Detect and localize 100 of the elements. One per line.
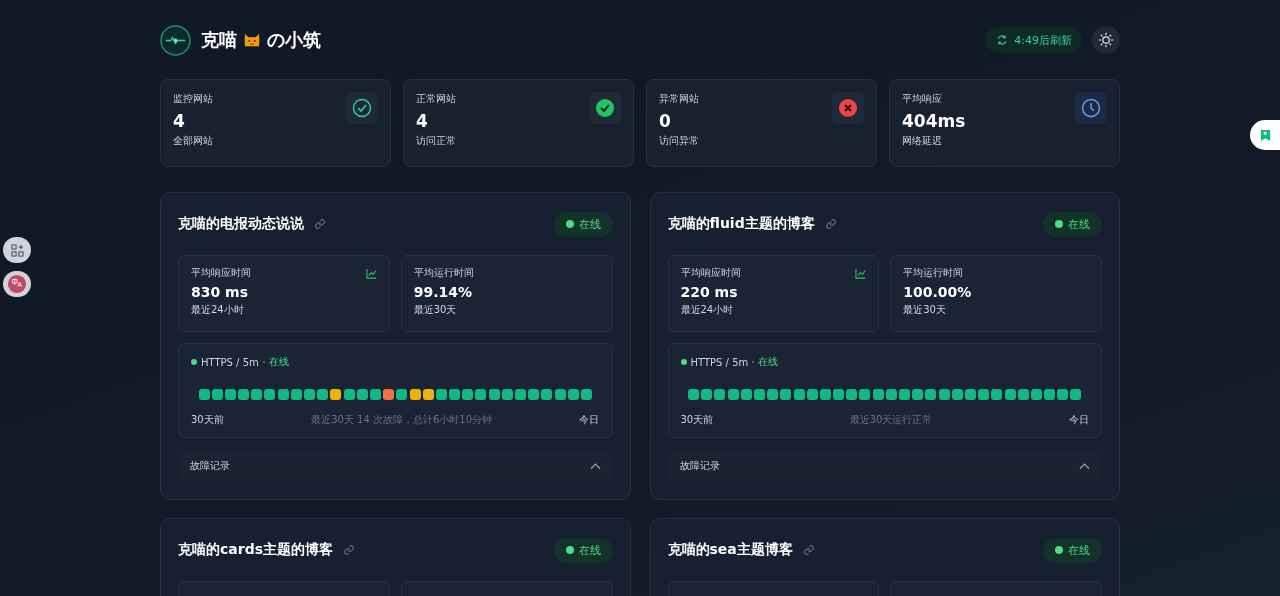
uptime-day-bar[interactable] (343, 389, 355, 400)
uptime-summary: 最近30天 14 次故障，总计6小时10分钟 (311, 413, 493, 427)
uptime-day-bar[interactable] (330, 389, 342, 400)
bookmark-icon (1259, 128, 1271, 142)
uptime-day-bar[interactable] (304, 389, 316, 400)
theme-toggle-button[interactable] (1092, 26, 1120, 54)
uptime-day-bar[interactable] (885, 389, 897, 400)
uptime-day-bar[interactable] (396, 389, 408, 400)
uptime-day-bar[interactable] (290, 389, 302, 400)
uptime-day-bar[interactable] (383, 389, 395, 400)
range-end: 今日 (1069, 413, 1089, 427)
chart-icon[interactable] (365, 267, 377, 279)
uptime-day-bar[interactable] (1017, 389, 1029, 400)
link-icon[interactable] (802, 544, 815, 556)
protocol-label: HTTPS / 5m (690, 356, 749, 368)
uptime-day-bar[interactable] (224, 389, 236, 400)
range-end: 今日 (579, 413, 600, 427)
summary-label: 平均响应 (902, 92, 943, 106)
stat-value: 830 ms (191, 284, 250, 300)
uptime-day-bar[interactable] (528, 389, 540, 400)
uptime-day-bar[interactable] (833, 389, 845, 400)
uptime-day-bar[interactable] (740, 389, 752, 400)
status-dot (680, 359, 687, 365)
uptime-day-bar[interactable] (912, 389, 924, 400)
stat-label: 平均响应时间 (191, 266, 251, 280)
monitor-name: 克喵的sea主题博客 (667, 541, 793, 559)
error-circle-icon (838, 98, 858, 118)
uptime-day-bar[interactable] (688, 389, 700, 400)
uptime-day-bar[interactable] (369, 389, 381, 400)
uptime-day-bar[interactable] (806, 389, 818, 400)
uptime-day-bar[interactable] (899, 389, 911, 400)
uptime-day-bar[interactable] (317, 389, 329, 400)
uptime-day-bar[interactable] (475, 389, 487, 400)
uptime-day-bar[interactable] (964, 389, 976, 400)
chart-icon[interactable] (855, 267, 867, 279)
uptime-day-bar[interactable] (580, 389, 592, 400)
stat-label: 平均运行时间 (903, 266, 964, 280)
uptime-day-bar[interactable] (541, 389, 553, 400)
uptime-day-bar[interactable] (356, 389, 368, 400)
uptime-day-bar[interactable] (251, 389, 263, 400)
uptime-day-bar[interactable] (264, 389, 276, 400)
uptime-day-bar[interactable] (978, 389, 990, 400)
stat-value: 220 ms (680, 284, 739, 300)
monitor-name: 克喵的cards主题的博客 (178, 541, 333, 559)
status-badge: 在线 (1043, 537, 1102, 563)
uptime-day-bar[interactable] (449, 389, 461, 400)
uptime-day-bar[interactable] (567, 389, 579, 400)
uptime-day-bar[interactable] (846, 389, 858, 400)
link-icon[interactable] (314, 218, 326, 230)
uptime-day-bar[interactable] (819, 389, 831, 400)
site-title-suffix: の小筑 (267, 28, 321, 52)
stat-label: 平均响应时间 (680, 266, 741, 280)
uptime-day-bar[interactable] (767, 389, 779, 400)
summary-value: 4 (416, 111, 429, 131)
uptime-day-bar[interactable] (238, 389, 250, 400)
uptime-day-bar[interactable] (277, 389, 289, 400)
uptime-day-bar[interactable] (198, 389, 210, 400)
uptime-day-bar[interactable] (859, 389, 871, 400)
uptime-day-bar[interactable] (1004, 389, 1016, 400)
uptime-day-bar[interactable] (701, 389, 713, 400)
uptime-day-bar[interactable] (1030, 389, 1042, 400)
bookmark-button[interactable] (1250, 120, 1280, 150)
uptime-day-bar[interactable] (753, 389, 765, 400)
check-circle-icon (595, 98, 615, 118)
uptime-day-bar[interactable] (554, 389, 566, 400)
uptime-day-bar[interactable] (515, 389, 527, 400)
uptime-day-bar[interactable] (872, 389, 884, 400)
add-widget-button[interactable] (3, 237, 31, 263)
translate-button[interactable] (3, 271, 31, 297)
uptime-day-bar[interactable] (714, 389, 726, 400)
uptime-day-bar[interactable] (925, 389, 937, 400)
summary-value: 0 (659, 111, 672, 131)
uptime-day-bar[interactable] (793, 389, 805, 400)
link-icon[interactable] (343, 544, 355, 556)
chevron-icon (1079, 462, 1090, 470)
status-dot (191, 359, 197, 365)
link-icon[interactable] (824, 218, 837, 230)
uptime-day-bar[interactable] (938, 389, 950, 400)
uptime-summary: 最近30天运行正常 (849, 413, 933, 427)
uptime-day-bar[interactable] (435, 389, 447, 400)
protocol-status: 在线 (268, 355, 289, 369)
summary-note: 网络延迟 (902, 134, 943, 148)
uptime-day-bar[interactable] (1057, 389, 1069, 400)
protocol-label: HTTPS / 5m (201, 356, 259, 368)
uptime-day-bar[interactable] (727, 389, 739, 400)
uptime-day-bar[interactable] (951, 389, 963, 400)
uptime-day-bar[interactable] (211, 389, 223, 400)
uptime-day-bar[interactable] (991, 389, 1003, 400)
uptime-day-bar[interactable] (462, 389, 474, 400)
uptime-day-bar[interactable] (409, 389, 421, 400)
uptime-day-bar[interactable] (488, 389, 500, 400)
stat-value: 100.00% (903, 284, 973, 300)
uptime-day-bar[interactable] (1070, 389, 1082, 400)
uptime-day-bar[interactable] (501, 389, 513, 400)
refresh-button[interactable]: 4:49后刷新 (986, 27, 1082, 53)
cat-icon (243, 31, 261, 49)
uptime-day-bar[interactable] (780, 389, 792, 400)
summary-note: 访问异常 (659, 134, 699, 148)
uptime-day-bar[interactable] (422, 389, 434, 400)
uptime-day-bar[interactable] (1044, 389, 1056, 400)
